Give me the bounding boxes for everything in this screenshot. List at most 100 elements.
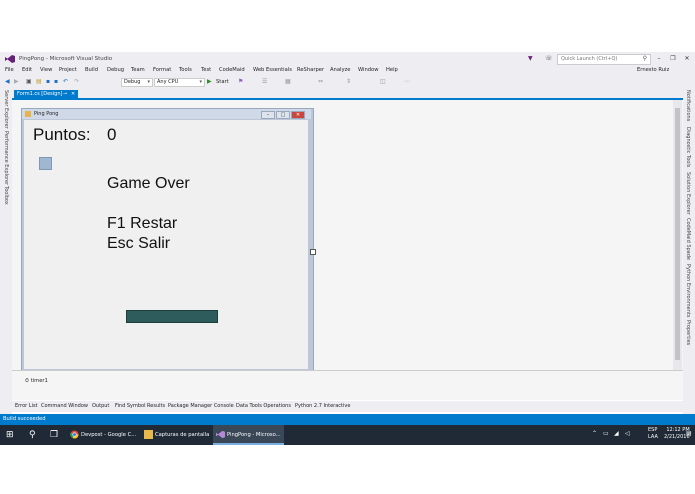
codemaid-spade-tab[interactable]: CodeMaid Spade — [685, 218, 691, 260]
network-icon[interactable]: ◢ — [614, 430, 619, 437]
menu-tools[interactable]: Tools — [179, 67, 192, 73]
search-icon[interactable]: ⚲ — [29, 430, 36, 440]
properties-tab[interactable]: Properties — [685, 320, 691, 345]
taskbar-app-visual-studio[interactable]: PingPong - Microso... — [213, 425, 284, 445]
window-title: PingPong - Microsoft Visual Studio — [19, 56, 113, 62]
platform-value: Any CPU — [157, 79, 179, 85]
open-folder-icon[interactable]: ▤ — [36, 78, 42, 85]
menu-web-essentials[interactable]: Web Essentials — [253, 67, 292, 73]
right-tool-strip: Notifications Diagnostic Tools Solution … — [683, 88, 695, 414]
menu-project[interactable]: Project — [59, 67, 77, 73]
save-icon[interactable]: ▪ — [46, 78, 50, 85]
ball[interactable] — [39, 157, 52, 170]
server-explorer-tab[interactable]: Server Explorer — [3, 90, 9, 129]
configuration-value: Debug — [124, 79, 141, 85]
chrome-icon — [70, 430, 79, 439]
tab-data-tools-operations[interactable]: Data Tools Operations — [236, 403, 291, 409]
notifications-tab[interactable]: Notifications — [685, 90, 691, 121]
scrollbar-thumb[interactable] — [675, 108, 680, 360]
menu-format[interactable]: Format — [153, 67, 171, 73]
tab-order-icon[interactable]: ⋯ — [404, 78, 410, 85]
performance-explorer-tab[interactable]: Performance Explorer — [3, 131, 9, 185]
lang-primary: ESP — [648, 427, 658, 433]
paddle[interactable] — [126, 310, 218, 323]
forward-icon[interactable]: ▶ — [14, 78, 19, 85]
menu-resharper[interactable]: ReSharper — [297, 67, 324, 73]
menu-view[interactable]: View — [40, 67, 52, 73]
back-icon[interactable]: ◀ — [5, 78, 10, 85]
score-value: 0 — [107, 125, 117, 144]
volume-icon[interactable]: ◁ — [625, 430, 630, 437]
browser-link-icon[interactable]: ⚑ — [238, 78, 243, 85]
toolbox-tab[interactable]: Toolbox — [3, 186, 9, 205]
left-tool-strip: Server Explorer Performance Explorer Too… — [0, 88, 12, 414]
game-over-label: Game Over — [107, 175, 190, 192]
tab-python-interactive[interactable]: Python 2.7 Interactive — [295, 403, 350, 409]
quick-launch-input[interactable]: Quick Launch (Ctrl+Q) ⚲ — [557, 54, 651, 65]
size-icon[interactable]: ⇕ — [346, 78, 351, 85]
timer-label: timer1 — [30, 378, 48, 384]
configuration-select[interactable]: Debug ▾ — [121, 78, 153, 87]
menu-build[interactable]: Build — [85, 67, 98, 73]
chevron-up-icon[interactable]: ⌃ — [592, 430, 597, 437]
start-icon[interactable]: ▶ — [207, 78, 212, 85]
spacing-icon[interactable]: ⇔ — [318, 78, 323, 85]
action-center-icon[interactable]: ▤ — [686, 430, 692, 437]
start-button[interactable]: Start — [216, 79, 229, 85]
align-icon[interactable]: ☰ — [262, 78, 267, 85]
form-maximize-button[interactable]: □ — [276, 111, 290, 119]
tab-package-manager-console[interactable]: Package Manager Console — [168, 403, 234, 409]
pin-icon[interactable]: ⊸ — [63, 91, 67, 97]
taskbar-app-chrome[interactable]: Devpost - Google C... — [67, 425, 139, 445]
layout-icon[interactable]: ▦ — [285, 78, 291, 85]
battery-icon[interactable]: ▭ — [603, 430, 609, 437]
form-minimize-button[interactable]: – — [261, 111, 275, 119]
menu-team[interactable]: Team — [131, 67, 145, 73]
menu-analyze[interactable]: Analyze — [330, 67, 350, 73]
user-name[interactable]: Ernesto Ruiz — [637, 67, 669, 73]
menu-help[interactable]: Help — [386, 67, 398, 73]
menu-codemaid[interactable]: CodeMaid — [219, 67, 245, 73]
timer-icon: ⏱ — [25, 378, 30, 384]
redo-icon[interactable]: ↷ — [74, 78, 79, 85]
tab-find-symbol-results[interactable]: Find Symbol Results — [115, 403, 165, 409]
menu-edit[interactable]: Edit — [22, 67, 32, 73]
restart-hint-label: F1 Restar — [107, 215, 178, 232]
feedback-icon[interactable]: ☏ — [545, 55, 553, 62]
order-icon[interactable]: ◫ — [380, 78, 386, 85]
tab-error-list[interactable]: Error List — [15, 403, 38, 409]
windows-start-icon[interactable]: ⊞ — [6, 430, 14, 440]
menu-debug[interactable]: Debug — [107, 67, 124, 73]
close-button[interactable]: ✕ — [682, 55, 692, 63]
form-close-button[interactable]: ✕ — [291, 111, 305, 119]
filter-icon[interactable]: ▼ — [528, 55, 533, 62]
menu-window[interactable]: Window — [358, 67, 378, 73]
timer-component[interactable]: ⏱ timer1 — [25, 378, 48, 385]
tab-output[interactable]: Output — [92, 403, 109, 409]
minimize-button[interactable]: – — [654, 55, 664, 63]
solution-explorer-tab[interactable]: Solution Explorer — [685, 172, 691, 215]
status-text: Build succeeded — [3, 416, 46, 422]
input-language[interactable]: ESP LAA — [648, 427, 658, 441]
diagnostic-tools-tab[interactable]: Diagnostic Tools — [685, 127, 691, 167]
chevron-down-icon: ▾ — [147, 79, 150, 85]
menu-file[interactable]: File — [5, 67, 14, 73]
taskbar-app-explorer[interactable]: Capturas de pantalla — [141, 425, 211, 445]
taskbar-app-label: Capturas de pantalla — [155, 432, 210, 438]
undo-icon[interactable]: ↶ — [63, 78, 68, 85]
exit-hint-label: Esc Salir — [107, 235, 171, 252]
menu-test[interactable]: Test — [201, 67, 211, 73]
new-project-icon[interactable]: ▣ — [26, 78, 32, 85]
tab-command-window[interactable]: Command Window — [41, 403, 88, 409]
task-view-icon[interactable]: ❐ — [50, 430, 58, 440]
close-tab-icon[interactable]: ✕ — [71, 91, 75, 97]
python-environments-tab[interactable]: Python Environments — [685, 264, 691, 317]
save-all-icon[interactable]: ▪ — [54, 78, 58, 85]
platform-select[interactable]: Any CPU ▾ — [154, 78, 205, 87]
resize-handle[interactable] — [310, 249, 316, 255]
quick-launch-placeholder: Quick Launch (Ctrl+Q) — [561, 56, 618, 62]
restore-button[interactable]: ❐ — [668, 55, 678, 63]
search-icon: ⚲ — [642, 55, 647, 62]
tab-label: Form1.cs [Design] — [17, 91, 63, 97]
tab-form1-design[interactable]: Form1.cs [Design] ⊸ ✕ — [14, 90, 78, 98]
